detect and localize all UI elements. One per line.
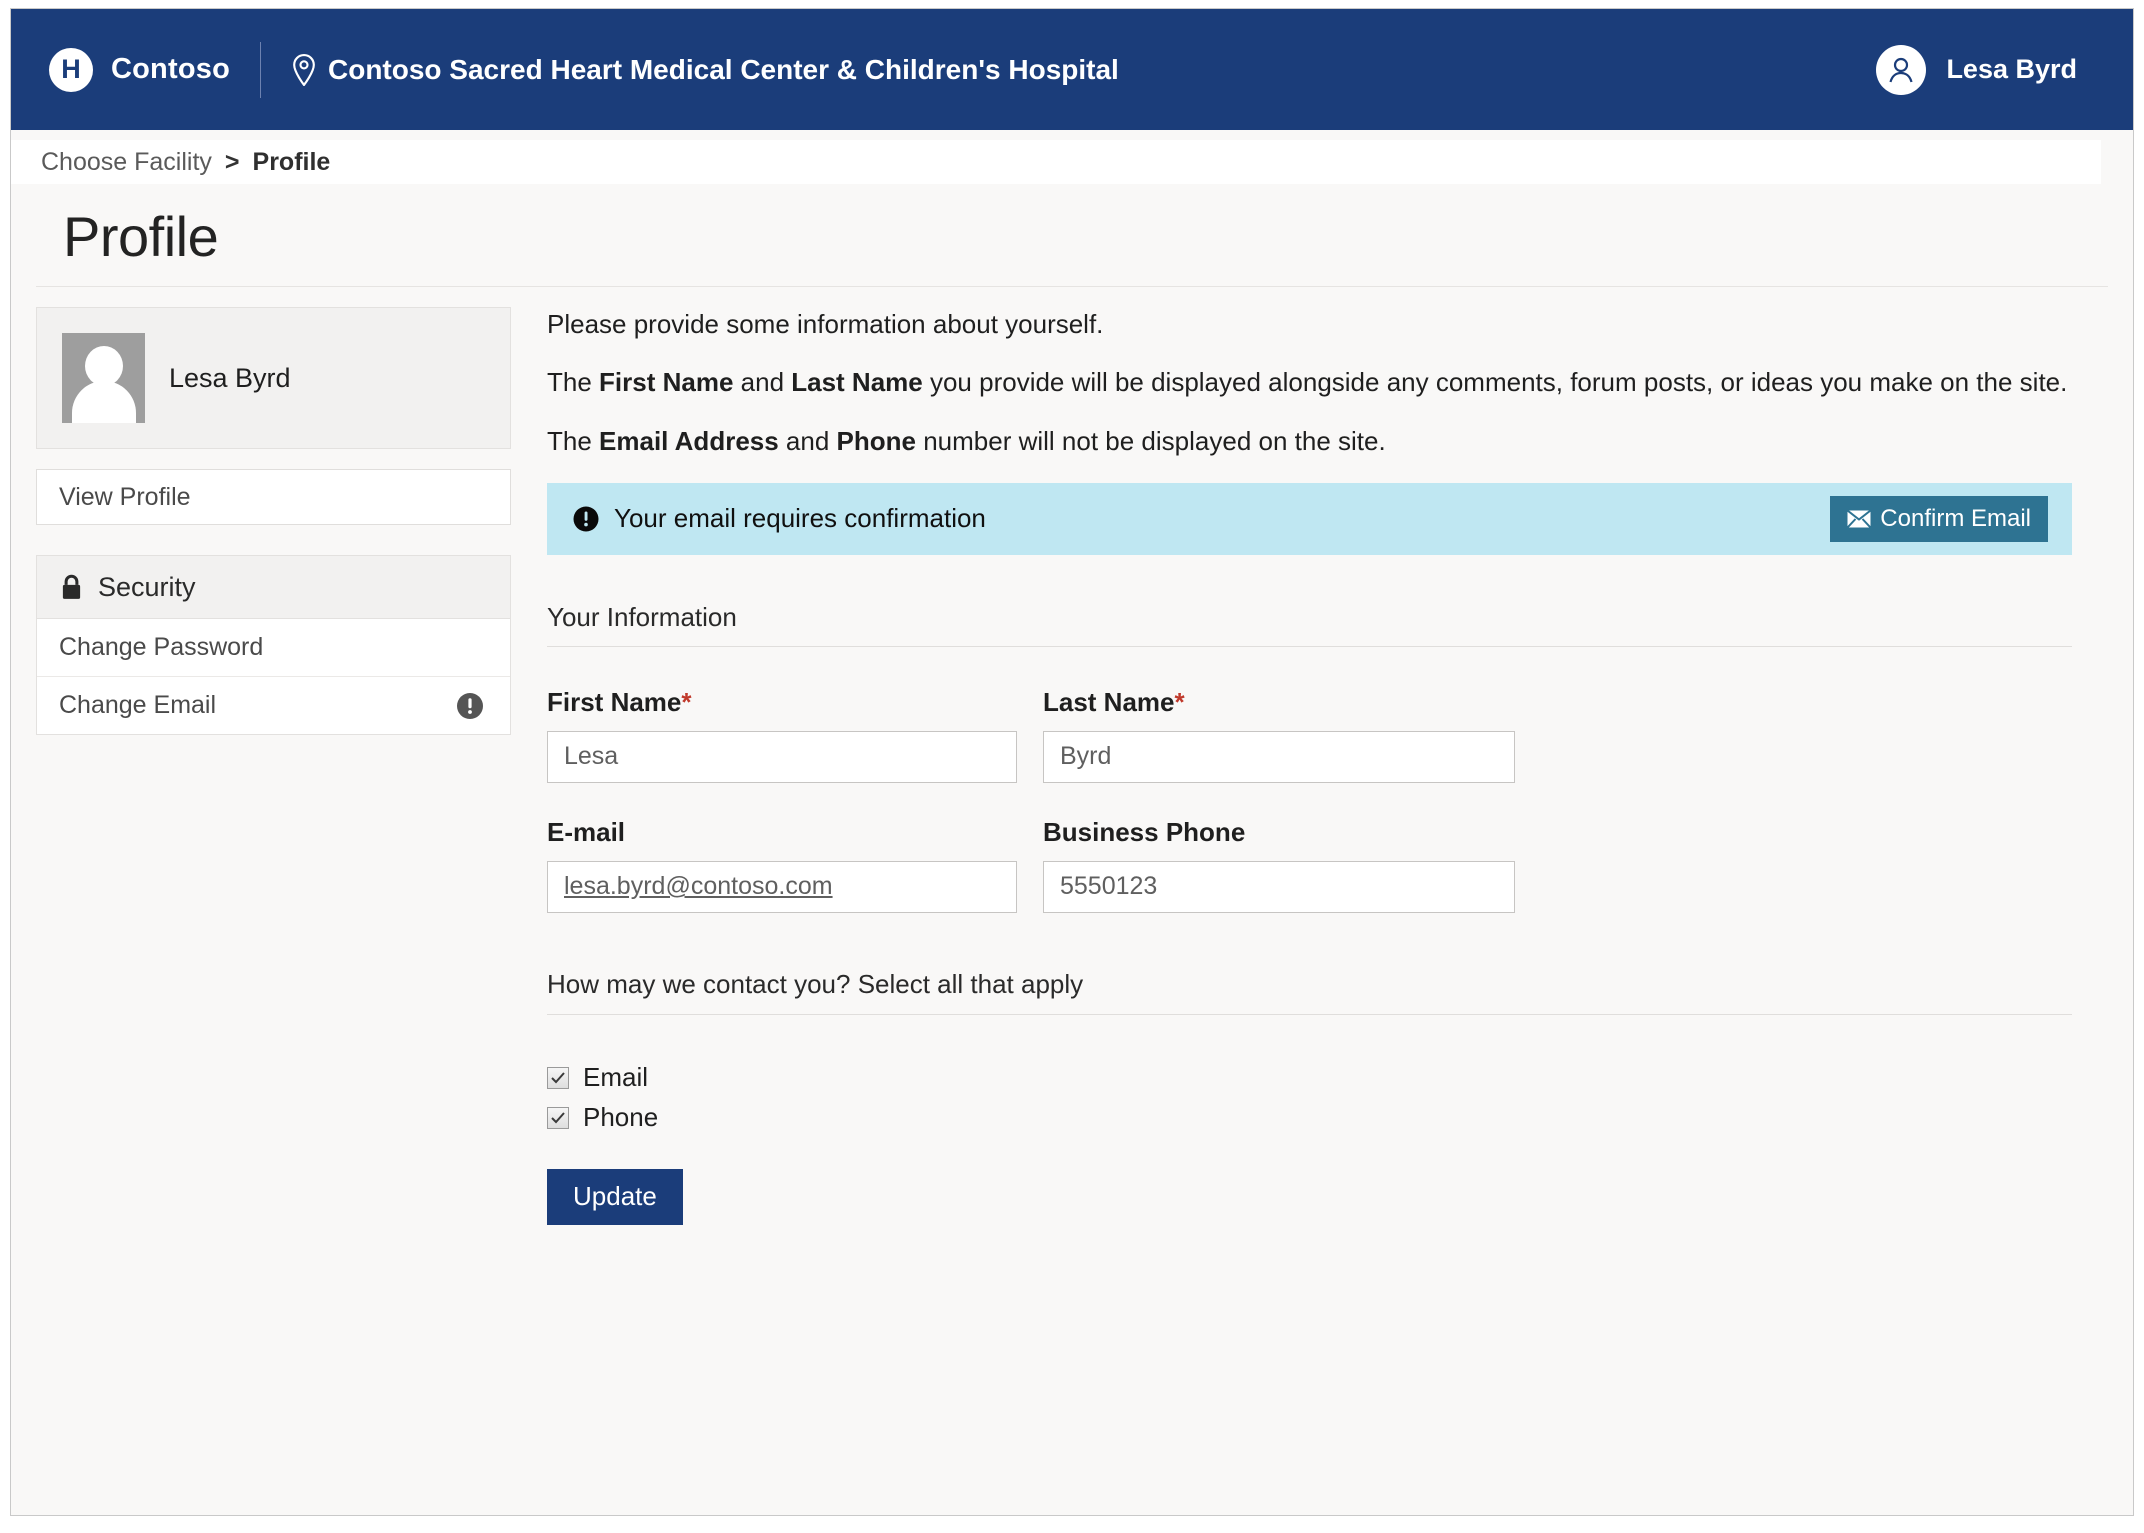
first-name-field-group: First Name* Lesa (547, 687, 1017, 817)
brand-name: Contoso (111, 53, 230, 85)
intro2-d: you provide will be displayed alongside … (922, 366, 2068, 397)
email-value: lesa.byrd@contoso.com (564, 872, 833, 901)
profile-card-name: Lesa Byrd (169, 362, 291, 393)
business-phone-field-group: Business Phone 5550123 (1043, 817, 1515, 947)
user-menu[interactable]: Lesa Byrd (1876, 44, 2103, 95)
profile-fields-grid: First Name* Lesa Last Name* Byrd E-mail (547, 687, 1515, 947)
intro-line-3: The Email Address and Phone number will … (547, 424, 2072, 460)
sidebar-item-change-email[interactable]: Change Email (37, 677, 510, 734)
sidebar-item-change-password[interactable]: Change Password (37, 619, 510, 677)
intro3-a: The (547, 425, 600, 456)
last-name-field-group: Last Name* Byrd (1043, 687, 1515, 817)
email-input[interactable]: lesa.byrd@contoso.com (547, 860, 1017, 913)
hospital-h-icon: H (49, 47, 93, 92)
app-window: H Contoso Contoso Sacred Heart Medical C… (10, 8, 2134, 1516)
confirm-email-button[interactable]: Confirm Email (1830, 495, 2048, 542)
person-placeholder-icon (62, 333, 145, 423)
last-name-required-marker: * (1174, 686, 1185, 717)
intro3-phone: Phone (836, 425, 916, 456)
intro3-email-address: Email Address (599, 425, 779, 456)
business-phone-label: Business Phone (1043, 816, 1246, 847)
last-name-label: Last Name* (1043, 687, 1515, 718)
top-navigation-bar: H Contoso Contoso Sacred Heart Medical C… (11, 9, 2133, 130)
last-name-label-text: Last Name (1043, 686, 1175, 717)
email-label: E-mail (547, 816, 626, 847)
breadcrumb-band: Choose Facility > Profile (11, 130, 2133, 194)
change-password-label: Change Password (59, 633, 264, 661)
topbar-divider (260, 41, 261, 98)
breadcrumb: Choose Facility > Profile (11, 140, 2101, 184)
intro-line-2: The First Name and Last Name you provide… (547, 365, 2072, 401)
checkbox-phone-label: Phone (583, 1102, 659, 1133)
facility-name: Contoso Sacred Heart Medical Center & Ch… (328, 53, 1119, 85)
email-field-group: E-mail lesa.byrd@contoso.com (547, 817, 1017, 947)
user-name-label: Lesa Byrd (1946, 54, 2077, 84)
view-profile-label: View Profile (59, 482, 191, 511)
intro2-last-name: Last Name (791, 366, 923, 397)
facility-selector[interactable]: Contoso Sacred Heart Medical Center & Ch… (291, 53, 1119, 86)
last-name-value: Byrd (1060, 742, 1112, 771)
envelope-icon (1847, 509, 1872, 528)
contact-preferences-list: Email Phone (547, 1059, 2072, 1137)
checkbox-phone[interactable] (547, 1106, 569, 1129)
intro2-first-name: First Name (599, 366, 734, 397)
security-header-label: Security (98, 571, 196, 602)
change-email-label: Change Email (59, 691, 217, 719)
update-button[interactable]: Update (547, 1168, 683, 1225)
last-name-input[interactable]: Byrd (1043, 730, 1515, 783)
location-pin-icon (291, 53, 317, 86)
profile-sidebar: Lesa Byrd View Profile Security Change P… (36, 307, 511, 735)
first-name-input[interactable]: Lesa (547, 730, 1017, 783)
checkbox-row-phone[interactable]: Phone (547, 1099, 2072, 1137)
breadcrumb-item-choose-facility[interactable]: Choose Facility (41, 148, 212, 177)
checkbox-email-label: Email (583, 1062, 649, 1093)
intro3-c: and (778, 425, 837, 456)
checkbox-row-email[interactable]: Email (547, 1059, 2072, 1097)
exclamation-circle-icon (573, 506, 599, 532)
title-divider (36, 286, 2108, 287)
first-name-required-marker: * (681, 686, 692, 717)
checkbox-email[interactable] (547, 1066, 569, 1089)
brand-block[interactable]: H Contoso (49, 47, 230, 92)
breadcrumb-item-profile: Profile (252, 147, 331, 176)
intro-line-1: Please provide some information about yo… (547, 309, 1104, 339)
intro2-c: and (733, 366, 792, 397)
security-section: Security Change Password Change Email (36, 555, 511, 735)
breadcrumb-separator: > (224, 147, 240, 176)
first-name-value: Lesa (564, 742, 619, 771)
intro3-d: number will not be displayed on the site… (915, 425, 1386, 456)
first-name-label-text: First Name (547, 686, 682, 717)
business-phone-value: 5550123 (1060, 872, 1158, 901)
security-section-header: Security (37, 556, 510, 619)
your-information-header: Your Information (547, 602, 2072, 647)
alert-message: Your email requires confirmation (614, 503, 986, 534)
user-avatar-icon (1876, 44, 1927, 95)
alert-circle-icon (456, 692, 484, 720)
profile-summary-card: Lesa Byrd (36, 307, 511, 449)
business-phone-input[interactable]: 5550123 (1043, 860, 1515, 913)
intro2-a: The (547, 366, 600, 397)
sidebar-item-view-profile[interactable]: View Profile (36, 469, 511, 525)
email-confirmation-alert: Your email requires confirmation Confirm… (547, 482, 2072, 555)
confirm-email-label: Confirm Email (1880, 504, 2031, 532)
page-title: Profile (63, 205, 219, 268)
lock-icon (59, 573, 84, 601)
first-name-label: First Name* (547, 687, 1017, 718)
profile-form-main: Please provide some information about yo… (547, 307, 2072, 1225)
contact-preferences-header: How may we contact you? Select all that … (547, 969, 2072, 1015)
